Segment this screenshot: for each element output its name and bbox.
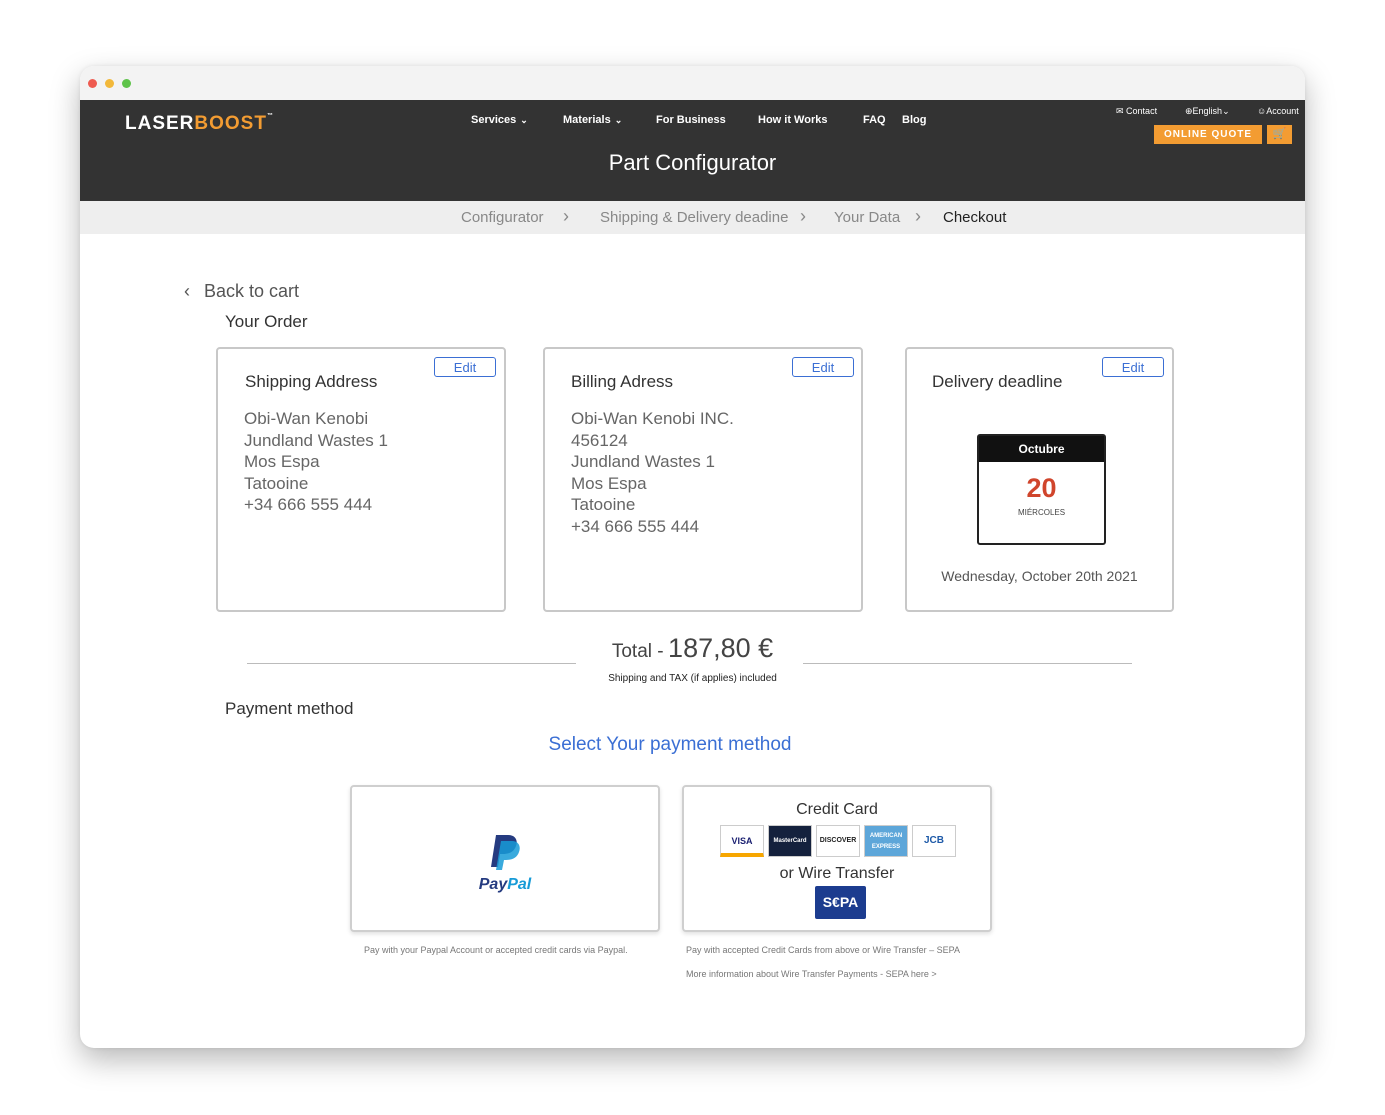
step-your-data[interactable]: Your Data — [834, 209, 900, 226]
calendar-month: Octubre — [979, 436, 1104, 462]
cart-icon: 🛒 — [1272, 128, 1287, 140]
page-title: Part Configurator — [608, 150, 777, 175]
delivery-deadline-card: Delivery deadline Edit Octubre 20 MIÉRCO… — [905, 347, 1174, 612]
shipping-street: Jundland Wastes 1 — [244, 430, 388, 450]
site-header: LASERBOOST™ Services ⌄ Materials ⌄ For Bus… — [80, 100, 1305, 201]
paypal-word-pay: Pay — [478, 876, 508, 893]
mastercard-icon: MasterCard — [768, 825, 812, 857]
nav-how-it-works[interactable]: How it Works — [758, 114, 827, 126]
paypal-option[interactable]: PayPal — [350, 785, 660, 932]
billing-city: Mos Espa — [571, 473, 647, 493]
laserboost-logo[interactable]: LASERBOOST™ — [125, 113, 274, 135]
paypal-wordmark: PayPal — [352, 876, 658, 894]
mail-icon: ✉ — [1116, 106, 1127, 116]
account-link[interactable]: ☺Account — [1257, 106, 1299, 116]
shipping-address-title: Shipping Address — [245, 372, 378, 391]
online-quote-button[interactable]: ONLINE QUOTE — [1154, 125, 1262, 144]
calendar-weekday: MIÉRCOLES — [1017, 508, 1066, 517]
chevron-down-icon: ⌄ — [1222, 106, 1230, 116]
select-payment-heading: Select Your payment method — [548, 734, 792, 755]
billing-region: Tatooine — [571, 495, 636, 514]
total-amount: 187,80 € — [668, 633, 774, 663]
step-shipping[interactable]: Shipping & Delivery deadine — [600, 209, 788, 226]
your-order-heading: Your Order — [225, 312, 308, 331]
account-label: Account — [1266, 106, 1299, 116]
discover-icon: DISCOVER — [816, 825, 860, 857]
credit-card-note: Pay with accepted Credit Cards from abov… — [686, 945, 960, 955]
maximize-window-icon[interactable] — [122, 79, 131, 88]
chevron-right-icon: › — [563, 206, 569, 226]
window-titlebar — [80, 66, 1305, 100]
paypal-word-pal: Pal — [507, 876, 532, 893]
nav-materials[interactable]: Materials ⌄ — [563, 114, 622, 126]
order-total: Total - 187,80 € — [80, 633, 1305, 664]
language-label: English — [1192, 106, 1223, 116]
billing-address-title: Billing Adress — [571, 372, 674, 391]
total-note: Shipping and TAX (if applies) included — [608, 673, 777, 684]
amex-icon: AMERICAN EXPRESS — [864, 825, 908, 857]
chevron-right-icon: › — [915, 206, 921, 226]
paypal-note: Pay with your Paypal Account or accepted… — [364, 945, 628, 955]
contact-label: Contact — [1126, 106, 1158, 116]
chevron-down-icon: ⌄ — [520, 115, 528, 125]
edit-billing-button[interactable]: Edit — [792, 357, 854, 377]
delivery-deadline-title: Delivery deadline — [932, 372, 1063, 391]
chevron-down-icon: ⌄ — [614, 115, 623, 125]
visa-icon: VISA — [720, 825, 764, 857]
language-select[interactable]: ⊕English⌄ — [1185, 106, 1230, 117]
shipping-address-card: Shipping Address Edit Obi-Wan Kenobi Jun… — [216, 347, 506, 612]
chevron-left-icon: ‹ — [184, 281, 190, 301]
payment-method-heading: Payment method — [225, 699, 354, 718]
delivery-date-text: Wednesday, October 20th 2021 — [941, 568, 1138, 584]
paypal-icon — [491, 835, 520, 870]
nav-blog[interactable]: Blog — [902, 114, 926, 126]
nav-for-business[interactable]: For Business — [656, 114, 726, 126]
shipping-name: Obi-Wan Kenobi — [244, 409, 369, 428]
chevron-right-icon: › — [800, 206, 806, 226]
logo-text-main: LASER — [125, 113, 195, 134]
nav-materials-label: Materials — [563, 114, 611, 126]
sepa-info-link[interactable]: More information about Wire Transfer Pay… — [686, 969, 937, 979]
globe-icon: ⊕ — [1185, 106, 1193, 116]
billing-phone: +34 666 555 444 — [571, 516, 700, 536]
step-checkout[interactable]: Checkout — [943, 209, 1006, 226]
logo-trademark: ™ — [266, 113, 274, 119]
shipping-region: Tatooine — [244, 473, 309, 493]
shipping-phone: +34 666 555 444 — [244, 495, 373, 514]
nav-services-label: Services — [471, 114, 517, 126]
billing-street: Jundland Wastes 1 — [571, 452, 715, 471]
jcb-icon: JCB — [912, 825, 956, 857]
shipping-city: Mos Espa — [244, 452, 320, 471]
credit-card-title: Credit Card — [796, 801, 878, 818]
edit-shipping-button[interactable]: Edit — [434, 357, 496, 377]
step-configurator[interactable]: Configurator — [461, 209, 544, 226]
sepa-icon: S€PA — [815, 886, 866, 919]
nav-faq[interactable]: FAQ — [863, 114, 886, 126]
minimize-window-icon[interactable] — [105, 79, 114, 88]
checkout-steps: Configurator › Shipping & Delivery deadi… — [80, 201, 1305, 234]
logo-text-accent: BOOST — [194, 113, 267, 134]
back-to-cart-link[interactable]: ‹ Back to cart — [184, 281, 299, 302]
wire-transfer-title: or Wire Transfer — [779, 865, 895, 882]
billing-address-card: Billing Adress Edit Obi-Wan Kenobi INC. … — [543, 347, 863, 612]
close-window-icon[interactable] — [88, 79, 97, 88]
paypal-logo: PayPal — [352, 833, 658, 894]
credit-card-wire-option[interactable]: Credit Card VISA MasterCard DISCOVER AME… — [682, 785, 992, 932]
cart-button[interactable]: 🛒 — [1267, 125, 1292, 144]
calendar-icon: Octubre 20 MIÉRCOLES — [977, 434, 1106, 545]
contact-link[interactable]: ✉ Contact — [1116, 106, 1157, 117]
billing-address-lines: Obi-Wan Kenobi INC. 456124 Jundland Wast… — [571, 408, 734, 537]
edit-delivery-button[interactable]: Edit — [1102, 357, 1164, 377]
calendar-day: 20 — [1026, 473, 1057, 503]
total-label: Total - — [611, 641, 664, 662]
user-icon: ☺ — [1257, 106, 1267, 116]
billing-company: Obi-Wan Kenobi INC. — [571, 409, 734, 428]
browser-window: LASERBOOST™ Services ⌄ Materials ⌄ For Bus… — [80, 66, 1305, 1048]
back-to-cart-label: Back to cart — [204, 281, 300, 301]
nav-services[interactable]: Services ⌄ — [471, 114, 528, 126]
shipping-address-lines: Obi-Wan Kenobi Jundland Wastes 1 Mos Esp… — [244, 408, 388, 516]
billing-tax-id: 456124 — [571, 430, 628, 450]
